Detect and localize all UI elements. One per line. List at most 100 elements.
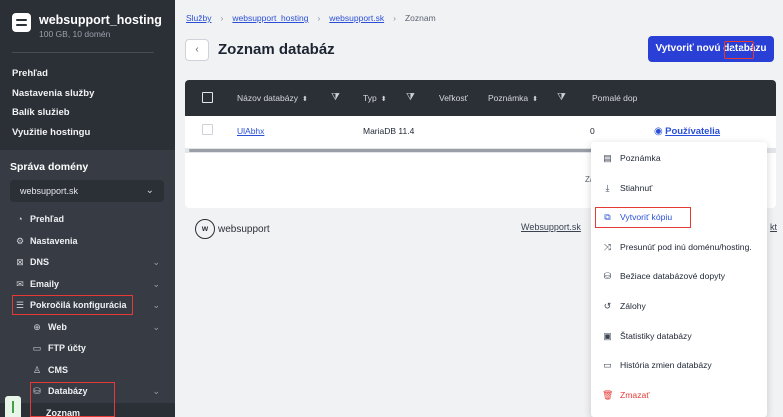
gauge-icon: ◔ — [17, 214, 23, 224]
back-button[interactable]: ‹ — [185, 39, 209, 61]
column-name[interactable]: Názov databázy ⬍ — [237, 80, 308, 116]
chevron-down-icon: ⌄ — [145, 185, 154, 196]
column-type-label: Typ — [363, 93, 377, 103]
menu-item-historia-zmien[interactable]: ▭ História zmien databázy — [591, 351, 767, 381]
note-icon: ▤ — [603, 153, 612, 163]
column-size[interactable]: Veľkosť — [439, 80, 468, 116]
breadcrumb-current: Zoznam — [404, 13, 436, 23]
breadcrumb: Služby › websupport_hosting › websupport… — [186, 13, 436, 23]
column-size-label: Veľkosť — [439, 93, 468, 103]
highlight-box-databazy — [30, 382, 115, 417]
column-note-label: Poznámka — [488, 93, 529, 103]
status-chip[interactable] — [5, 396, 21, 417]
column-slow-queries[interactable]: Pomalé dop — [592, 80, 637, 116]
menu-item-label: Zálohy — [620, 301, 646, 311]
nav-nastavenia[interactable]: ⚙ Nastavenia — [0, 231, 175, 253]
globe-icon: ⊕ — [33, 321, 41, 332]
stats-icon: ▣ — [603, 330, 612, 341]
nav-nastavenia-sluzby[interactable]: Nastavenia služby — [12, 84, 94, 104]
menu-item-label: Presunúť pod inú doménu/hosting. — [620, 241, 752, 252]
menu-item-label: Poznámka — [620, 153, 661, 163]
menu-item-zmazat[interactable]: 🗑 Zmazať — [591, 381, 767, 411]
menu-item-label: Štatistiky databázy — [620, 330, 692, 341]
footer-logo-text: websupport — [218, 223, 270, 235]
nav-emaily[interactable]: ✉ Emaily ⌄ — [0, 274, 175, 296]
column-slow-label: Pomalé dop — [592, 93, 638, 103]
database-name-link[interactable]: UlAbhx — [237, 116, 264, 146]
nav-web-label: Web — [48, 321, 67, 332]
nav-ftp-ucty[interactable]: ▭ FTP účty — [0, 338, 175, 360]
nav-vyuzitie-hostingu[interactable]: Využitie hostingu — [12, 123, 94, 143]
domain-panel: Správa domény websupport.sk ⌄ ◔ Prehľad … — [0, 150, 175, 417]
nav-dns-label: DNS — [30, 257, 50, 267]
select-all-checkbox[interactable] — [202, 92, 213, 103]
hosting-icon — [12, 13, 31, 32]
menu-item-presunut[interactable]: ⤨ Presunúť pod inú doménu/hosting. — [591, 233, 767, 263]
sort-icon: ⬍ — [532, 96, 539, 103]
nav-prehlad-label: Prehľad — [30, 214, 64, 224]
nav-prehlad[interactable]: ◔ Prehľad — [0, 209, 175, 231]
more-icon: ··· — [731, 42, 747, 56]
nav-prehlad-sluzby[interactable]: Prehľad — [12, 64, 94, 84]
nav-emaily-label: Emaily — [30, 278, 60, 289]
domain-panel-title: Správa domény — [10, 161, 89, 173]
nav-cms[interactable]: ♙ CMS — [0, 360, 175, 382]
create-database-button[interactable]: Vytvoriť novú databázu — [648, 36, 774, 62]
nav-balik-sluzieb[interactable]: Balík služieb — [12, 103, 94, 123]
footer-link-websupport[interactable]: Websupport.sk — [521, 222, 581, 232]
menu-item-poznamka[interactable]: ▤ Poznámka — [591, 144, 767, 174]
brand-name: websupport_hosting — [39, 13, 162, 27]
sidebar: websupport_hosting 100 GB, 10 domén Preh… — [0, 0, 175, 417]
breadcrumb-hosting[interactable]: websupport_hosting — [232, 13, 308, 23]
sidebar-divider — [12, 52, 154, 53]
breadcrumb-domain[interactable]: websupport.sk — [329, 13, 384, 23]
footer-logo[interactable]: w websupport — [195, 218, 270, 240]
column-note[interactable]: Poznámka ⬍ — [488, 80, 538, 116]
filter-icon: ⧩ — [557, 92, 566, 103]
menu-item-label: Bežiace databázové dopyty — [620, 271, 726, 282]
nav-nastavenia-label: Nastavenia — [30, 235, 78, 246]
service-nav: Prehľad Nastavenia služby Balík služieb … — [12, 64, 94, 142]
chevron-left-icon: ‹ — [195, 44, 199, 55]
highlight-box-pokrocila — [12, 295, 133, 315]
breadcrumb-sluzby[interactable]: Služby — [186, 13, 212, 23]
archive-icon: ▭ — [603, 360, 612, 371]
chevron-down-icon: ⌄ — [152, 386, 160, 396]
column-type[interactable]: Typ ⬍ — [363, 80, 387, 116]
trash-icon: 🗑 — [602, 389, 614, 400]
mail-icon: ✉ — [16, 278, 24, 289]
database-type: MariaDB 11.4 — [363, 126, 415, 136]
filter-icon: ⧩ — [406, 92, 415, 103]
menu-item-vytvorit-kopiu[interactable]: ⧉ Vytvoriť kópiu — [591, 203, 767, 233]
copy-icon: ⧉ — [604, 212, 611, 223]
domain-select[interactable]: websupport.sk ⌄ — [10, 180, 164, 202]
footer-link-contact[interactable]: kt — [770, 222, 777, 232]
column-name-label: Názov databázy — [237, 93, 298, 103]
nav-ftp-label: FTP účty — [48, 343, 86, 353]
row-actions-button[interactable]: ··· — [724, 41, 754, 59]
user-icon: ◉ — [654, 126, 663, 137]
menu-item-zalohy[interactable]: ↺ Zálohy — [591, 292, 767, 322]
menu-item-label: Zmazať — [620, 389, 650, 400]
menu-item-statistiky[interactable]: ▣ Štatistiky databázy — [591, 322, 767, 352]
nav-dns[interactable]: ⊠ DNS ⌄ — [0, 252, 175, 274]
websupport-logo-icon: w — [195, 219, 215, 239]
menu-item-stiahnut[interactable]: ⤓ Stiahnuť — [591, 174, 767, 204]
sort-icon: ⬍ — [301, 96, 308, 103]
brand[interactable]: websupport_hosting 100 GB, 10 domén — [12, 12, 162, 39]
users-link-label: Používatelia — [665, 126, 721, 137]
folder-icon: ▭ — [32, 343, 42, 353]
gear-icon: ⚙ — [15, 235, 25, 246]
nav-web[interactable]: ⊕ Web ⌄ — [0, 317, 175, 339]
row-checkbox[interactable] — [202, 124, 213, 135]
breadcrumb-separator-icon: › — [220, 13, 224, 23]
menu-item-label: Stiahnuť — [620, 182, 653, 193]
history-icon: ↺ — [603, 301, 612, 311]
download-icon: ⤓ — [605, 182, 610, 193]
page-title: Zoznam databáz — [218, 41, 335, 58]
row-actions-menu: ▤ Poznámka ⤓ Stiahnuť ⧉ Vytvoriť kópiu ⤨… — [591, 142, 767, 417]
brand-subtitle: 100 GB, 10 domén — [39, 29, 111, 39]
menu-item-beziace-dopyty[interactable]: ⛁ Bežiace databázové dopyty — [591, 262, 767, 292]
table-header: Názov databázy ⬍ ⧩ Typ ⬍ ⧩ Veľkosť Poznámk… — [185, 80, 776, 116]
shuffle-icon: ⤨ — [603, 241, 612, 252]
